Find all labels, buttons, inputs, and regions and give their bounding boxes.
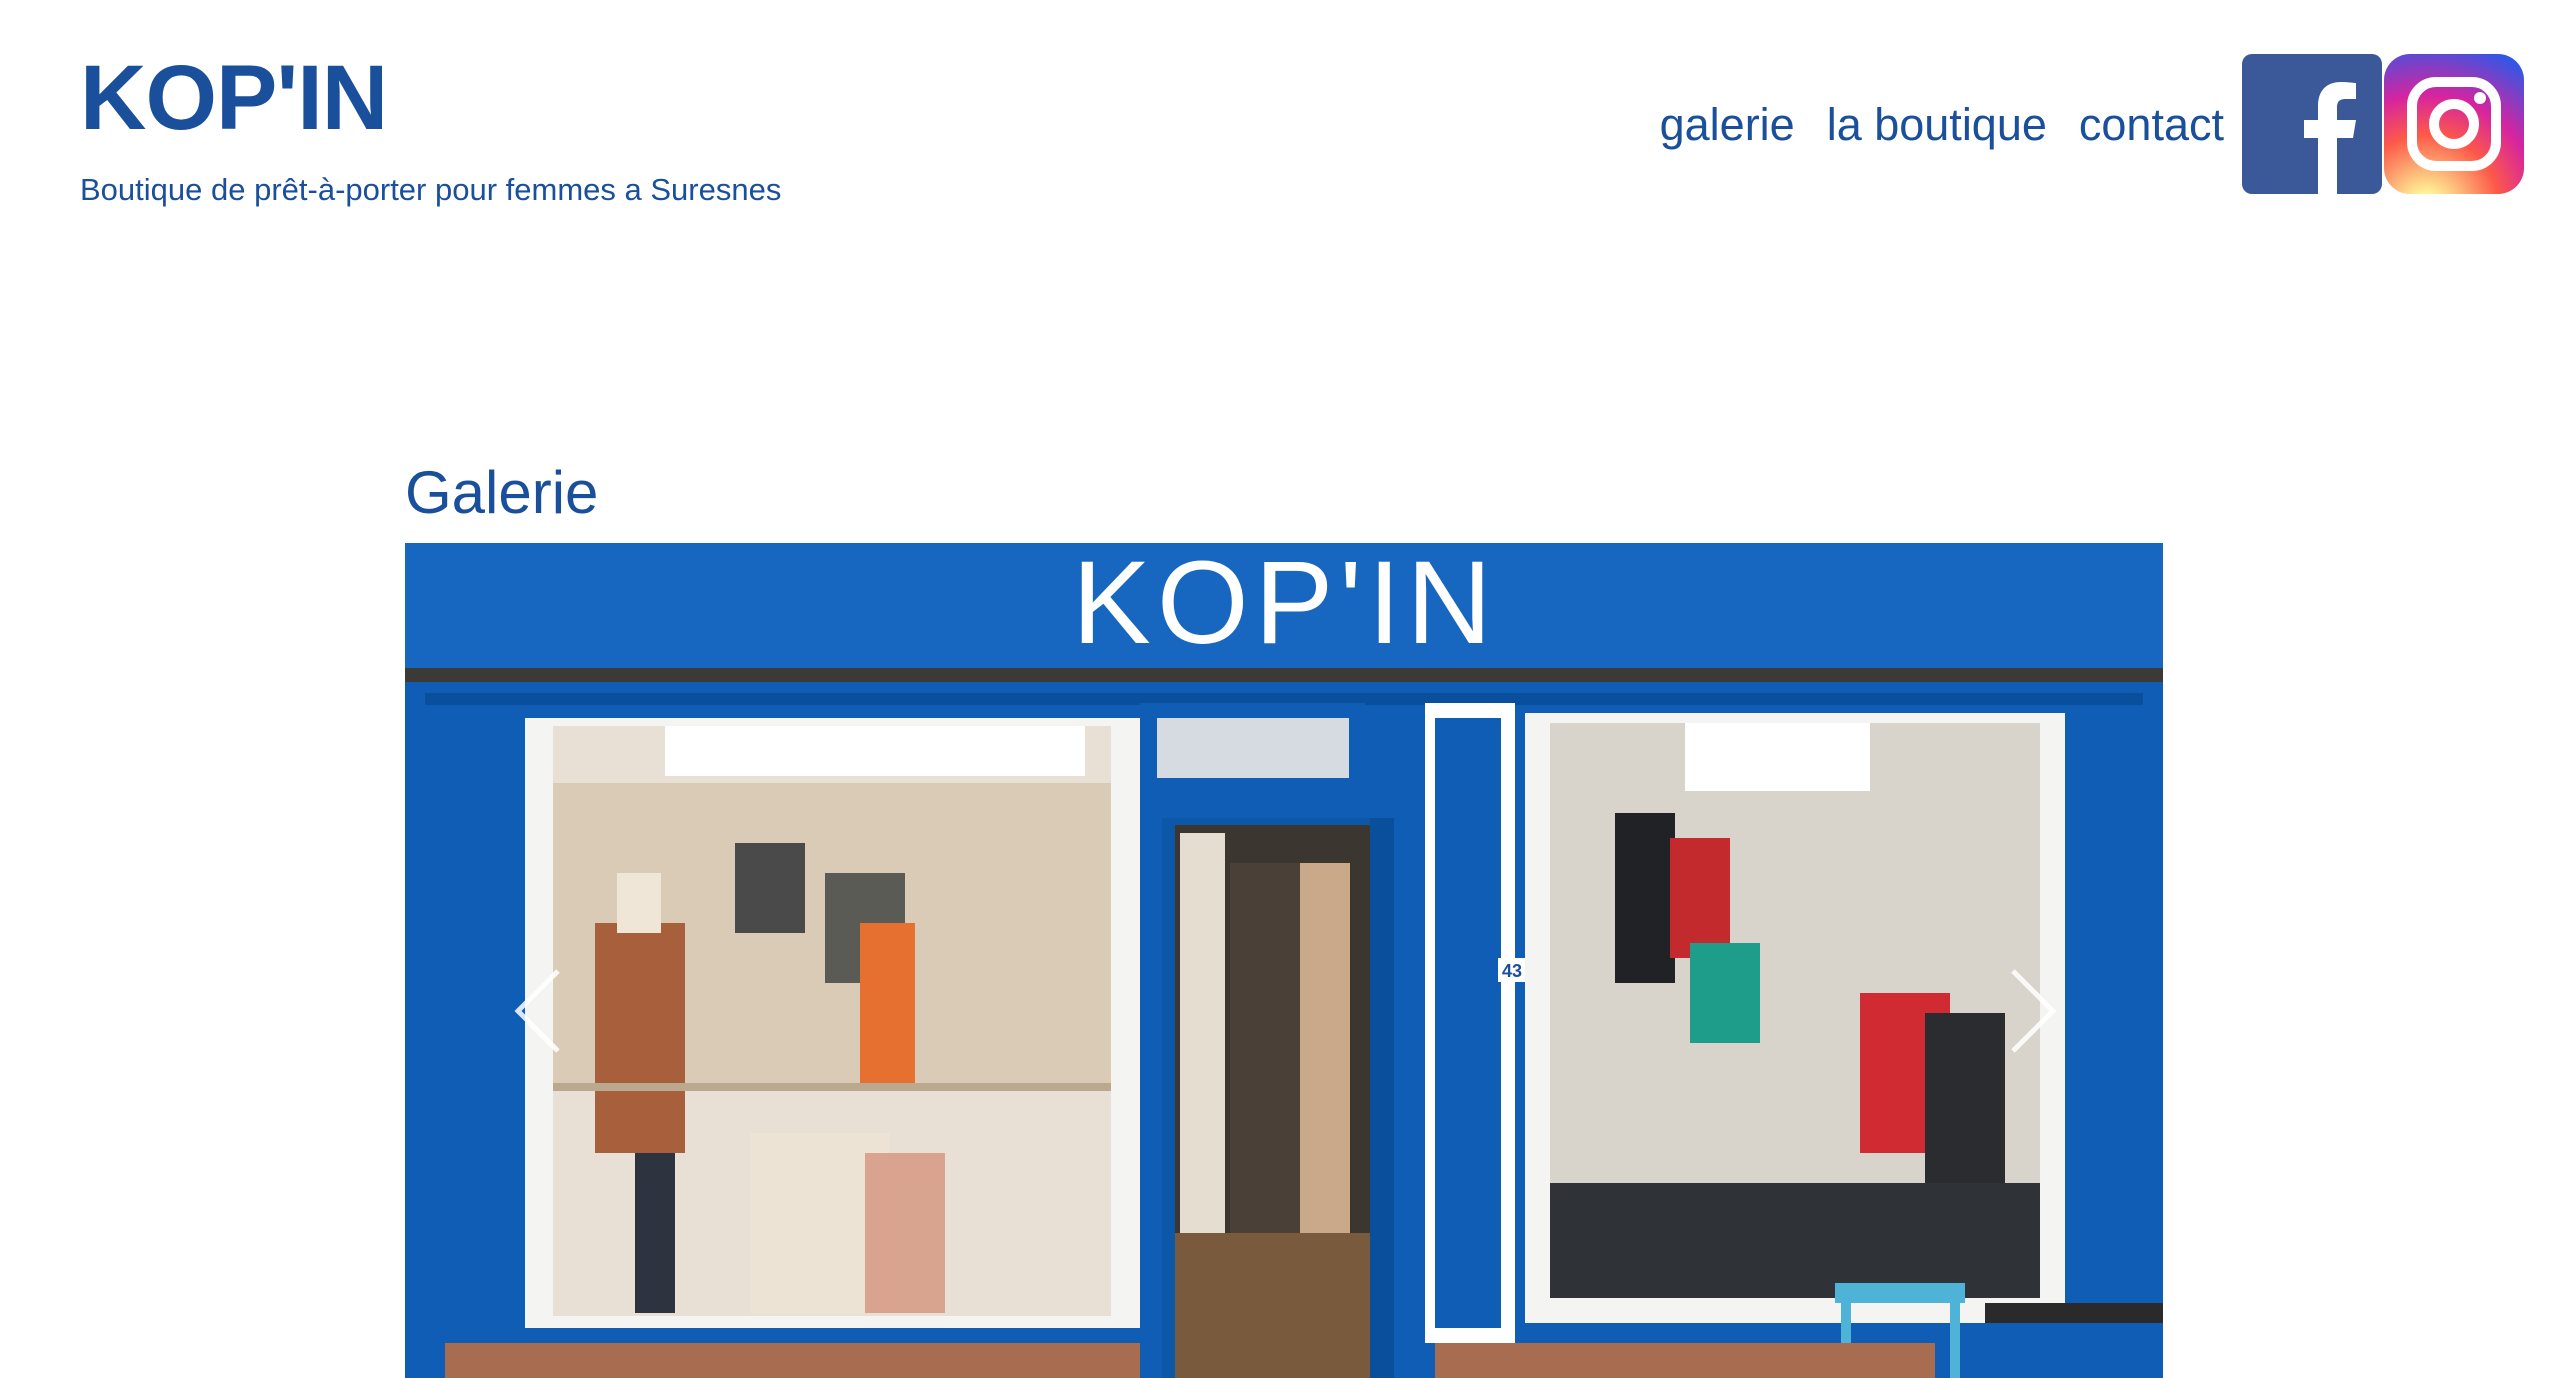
storefront-sign: KOP'IN	[1072, 543, 1498, 669]
brand: KOP'IN Boutique de prêt-à-porter pour fe…	[80, 52, 781, 208]
page-title: Galerie	[405, 459, 599, 526]
site-title[interactable]: KOP'IN	[80, 52, 781, 144]
facebook-icon[interactable]	[2242, 54, 2382, 194]
site-subtitle: Boutique de prêt-à-porter pour femmes a …	[80, 172, 782, 207]
main-nav: galerie la boutique contact	[1660, 54, 2524, 194]
gallery-carousel[interactable]: KOP'IN 43	[405, 543, 2163, 1378]
nav-link-galerie[interactable]: galerie	[1660, 102, 1795, 147]
carousel-prev-arrow-icon[interactable]	[510, 963, 566, 1059]
nav-link-contact[interactable]: contact	[2079, 102, 2224, 147]
house-number: 43	[1502, 961, 1522, 981]
nav-link-la-boutique[interactable]: la boutique	[1827, 102, 2047, 147]
carousel-next-arrow-icon[interactable]	[2005, 963, 2061, 1059]
storefront-photo: KOP'IN 43	[405, 543, 2163, 1378]
instagram-icon[interactable]	[2384, 54, 2524, 194]
